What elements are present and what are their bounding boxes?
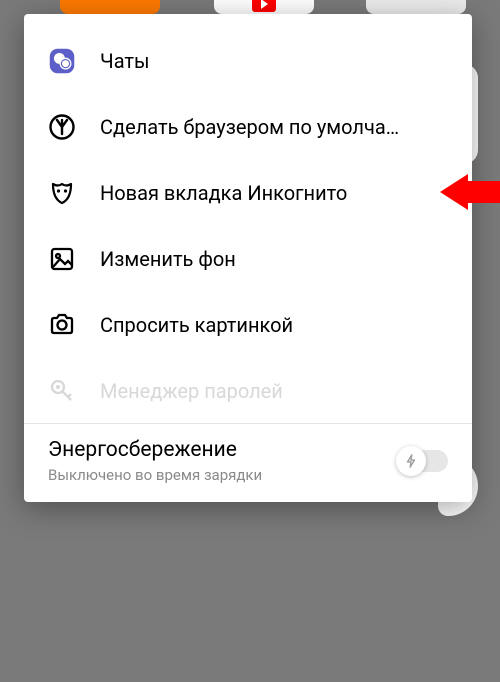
menu-item-image-search[interactable]: Спросить картинкой <box>24 292 472 358</box>
menu-panel: Чаты Сделать браузером по умолчанию Нова… <box>24 14 472 502</box>
bg-tile <box>214 0 314 14</box>
menu-item-change-background[interactable]: Изменить фон <box>24 226 472 292</box>
camera-search-icon <box>48 311 76 339</box>
key-icon <box>48 377 76 405</box>
bolt-icon <box>396 446 426 476</box>
menu-item-password-manager[interactable]: Менеджер паролей <box>24 358 472 423</box>
energy-text: Энергосбережение Выключено во время заря… <box>48 438 262 484</box>
menu-item-chats[interactable]: Чаты <box>24 28 472 94</box>
energy-saving-row[interactable]: Энергосбережение Выключено во время заря… <box>24 424 472 502</box>
annotation-arrow <box>440 174 500 210</box>
menu-item-label: Спросить картинкой <box>100 313 293 337</box>
bg-tile <box>366 0 466 14</box>
menu-item-label: Менеджер паролей <box>100 379 283 403</box>
image-icon <box>48 245 76 273</box>
energy-subtitle: Выключено во время зарядки <box>48 466 262 484</box>
menu-list: Чаты Сделать браузером по умолчанию Нова… <box>24 14 472 423</box>
menu-item-label: Изменить фон <box>100 247 236 271</box>
menu-item-incognito[interactable]: Новая вкладка Инкогнито <box>24 160 472 226</box>
menu-item-default-browser[interactable]: Сделать браузером по умолчанию <box>24 94 472 160</box>
energy-toggle[interactable] <box>402 450 448 472</box>
bg-tile <box>60 0 160 14</box>
energy-title: Энергосбережение <box>48 438 262 462</box>
yandex-icon <box>48 113 76 141</box>
menu-item-label: Новая вкладка Инкогнито <box>100 181 347 205</box>
menu-item-label: Сделать браузером по умолчанию <box>100 115 400 139</box>
menu-item-label: Чаты <box>100 49 150 73</box>
incognito-mask-icon <box>48 179 76 207</box>
chat-icon <box>48 47 76 75</box>
